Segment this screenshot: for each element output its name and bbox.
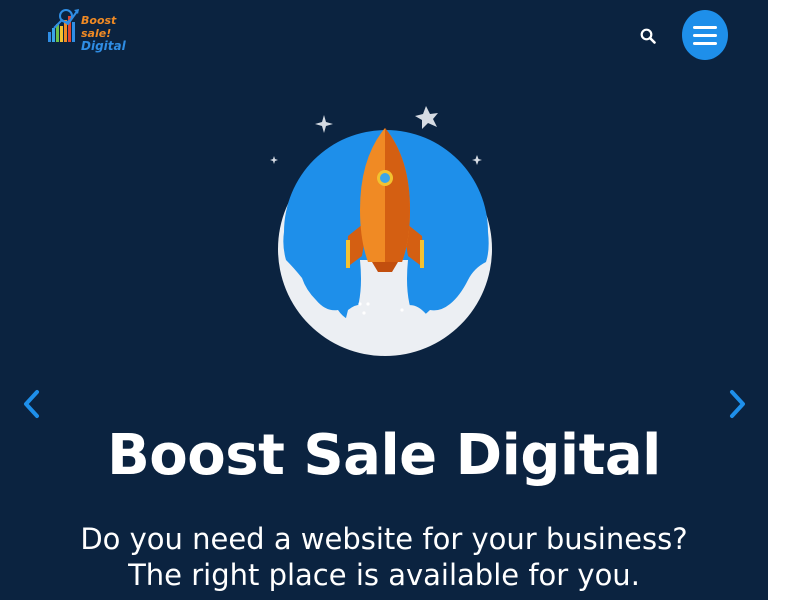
hero-subtitle: Do you need a website for your business?… — [0, 521, 768, 593]
star-icon — [415, 106, 438, 129]
hero-subtitle-line2: The right place is available for you. — [128, 558, 640, 592]
carousel-next-button[interactable] — [723, 388, 753, 420]
star-icon — [270, 156, 278, 164]
hamburger-menu-icon-bar — [693, 33, 717, 37]
page-margin — [768, 0, 800, 600]
chevron-left-icon — [24, 390, 39, 418]
site-logo[interactable]: Boost sale! Digital — [46, 6, 142, 53]
hero-subtitle-line1: Do you need a website for your business? — [80, 522, 688, 556]
logo-text-line1: Boost sale! — [81, 14, 117, 40]
hero-title: Boost Sale Digital — [107, 423, 661, 488]
search-icon — [640, 28, 656, 44]
hamburger-menu-icon-bar — [693, 25, 717, 29]
logo-chart-icon — [48, 9, 79, 42]
search-button[interactable] — [634, 22, 662, 50]
hamburger-menu-icon-bar — [693, 41, 717, 45]
logo-text: Boost sale! Digital — [81, 14, 142, 53]
logo-text-line2: Digital — [81, 39, 126, 53]
star-icon — [472, 155, 482, 165]
carousel-prev-button[interactable] — [16, 388, 46, 420]
rocket-launch-illustration — [264, 100, 504, 360]
page: Boost sale! Digital Boost Sale Digital D… — [0, 0, 768, 600]
menu-toggle-button[interactable] — [682, 10, 728, 60]
star-icon — [315, 115, 333, 133]
chevron-right-icon — [730, 390, 745, 418]
